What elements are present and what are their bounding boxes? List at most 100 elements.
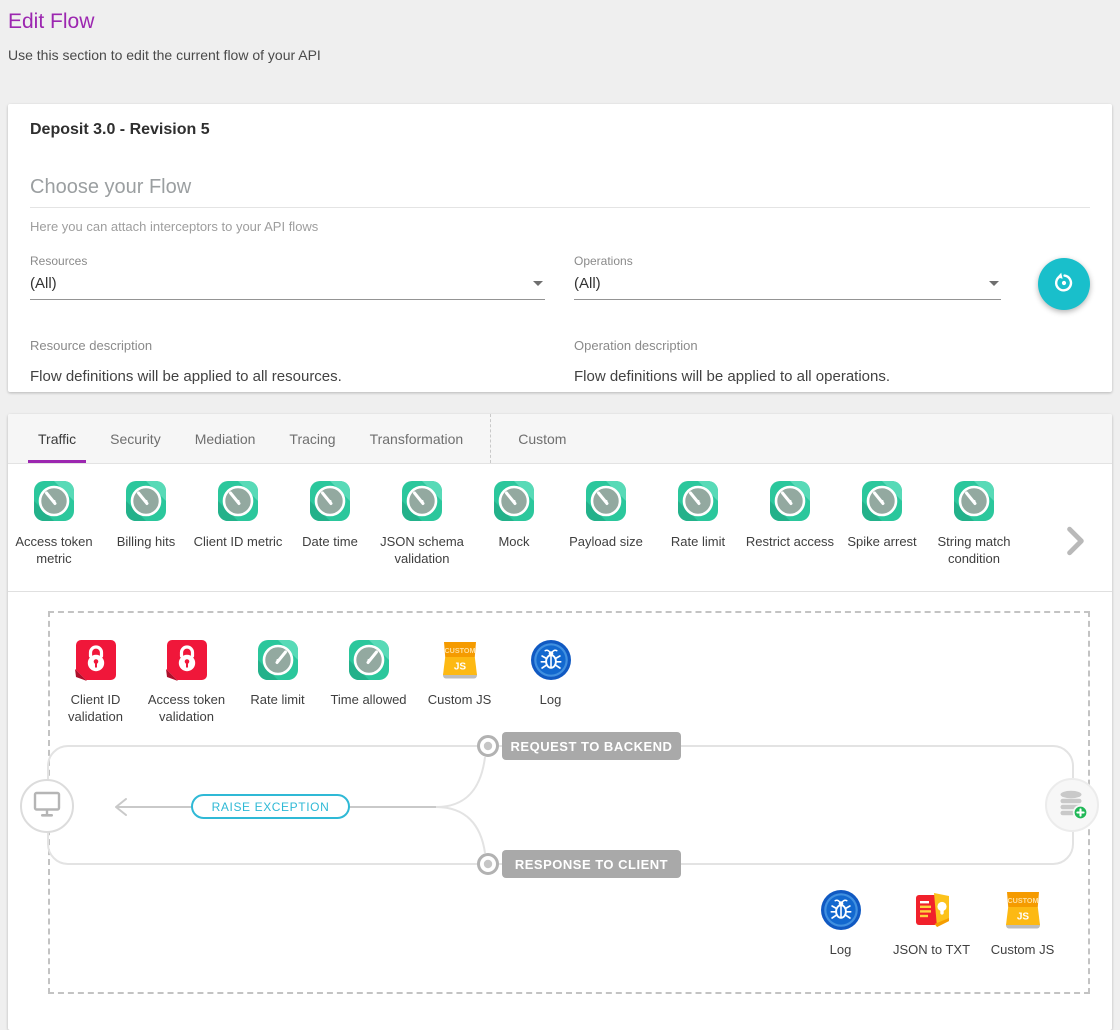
gauge-icon <box>309 480 351 522</box>
palette-interceptor-billing-hits[interactable]: Billing hits <box>100 480 192 591</box>
choose-flow-hint: Here you can attach interceptors to your… <box>30 219 1090 234</box>
gauge-icon <box>33 480 75 522</box>
operations-select[interactable]: (All) <box>574 272 1001 300</box>
tab-tracing[interactable]: Tracing <box>272 414 352 463</box>
descriptions-row: Resource description Flow definitions wi… <box>30 338 1090 385</box>
refresh-flow-button[interactable] <box>1038 258 1090 310</box>
interceptor-label: Custom JS <box>428 692 492 709</box>
interceptor-label: Log <box>540 692 562 709</box>
backend-endpoint[interactable] <box>1045 778 1099 832</box>
operation-description-value: Flow definitions will be applied to all … <box>574 368 1001 385</box>
bug-icon <box>820 889 862 931</box>
gauge-icon <box>217 480 259 522</box>
interceptor-label: Client ID metric <box>194 534 283 551</box>
interceptor-category-tabs: TrafficSecurityMediationTracingTransform… <box>8 414 1112 464</box>
flow-config-card: Deposit 3.0 - Revision 5 Choose your Flo… <box>8 104 1112 392</box>
response-interceptor-json-to-txt[interactable]: JSON to TXT <box>886 889 977 959</box>
tab-transformation[interactable]: Transformation <box>353 414 481 463</box>
interceptor-label: Log <box>830 942 852 959</box>
interceptor-label: Access token validation <box>141 692 232 726</box>
gauge-icon <box>125 480 167 522</box>
palette-interceptor-mock[interactable]: Mock <box>468 480 560 591</box>
palette-interceptor-payload-size[interactable]: Payload size <box>560 480 652 591</box>
gauge-icon <box>861 480 903 522</box>
palette-interceptor-rate-limit[interactable]: Rate limit <box>652 480 744 591</box>
operations-label: Operations <box>574 254 1001 268</box>
palette-scroll-right-button[interactable] <box>1066 526 1086 561</box>
svg-text:CUSTOM: CUSTOM <box>1007 896 1038 905</box>
database-add-icon <box>1055 786 1089 825</box>
monitor-icon <box>32 789 62 824</box>
choose-flow-heading: Choose your Flow <box>30 176 1090 208</box>
tab-group-divider <box>490 414 491 463</box>
flow-canvas: Client ID validation Access token valida… <box>8 592 1112 1030</box>
response-interceptor-row: Log JSON to TXT CUSTOM JS Custom JS <box>795 889 1068 959</box>
api-revision-title: Deposit 3.0 - Revision 5 <box>30 121 1090 139</box>
interceptor-label: Date time <box>302 534 358 551</box>
svg-text:JS: JS <box>453 662 466 673</box>
svg-text:CUSTOM: CUSTOM <box>444 646 475 655</box>
tab-custom[interactable]: Custom <box>501 414 583 463</box>
tab-traffic[interactable]: Traffic <box>21 414 93 463</box>
request-interceptor-row: Client ID validation Access token valida… <box>50 639 596 726</box>
interceptor-label: Client ID validation <box>50 692 141 726</box>
gauge-icon <box>348 639 390 681</box>
request-interceptor-rate-limit[interactable]: Rate limit <box>232 639 323 726</box>
chevron-down-icon <box>533 281 543 286</box>
resource-description-value: Flow definitions will be applied to all … <box>30 368 545 385</box>
palette-interceptor-json-schema-validation[interactable]: JSON schema validation <box>376 480 468 591</box>
chevron-down-icon <box>989 281 999 286</box>
interceptor-label: Rate limit <box>671 534 725 551</box>
interceptor-label: Rate limit <box>250 692 304 709</box>
tab-security[interactable]: Security <box>93 414 178 463</box>
request-interceptor-time-allowed[interactable]: Time allowed <box>323 639 414 726</box>
interceptor-label: Billing hits <box>117 534 176 551</box>
interceptor-label: Restrict access <box>746 534 834 551</box>
gauge-icon <box>401 480 443 522</box>
gauge-icon <box>953 480 995 522</box>
page-header: Edit Flow Use this section to edit the c… <box>8 8 1112 63</box>
request-interceptor-client-id-validation[interactable]: Client ID validation <box>50 639 141 726</box>
response-interceptor-log[interactable]: Log <box>795 889 886 959</box>
response-interceptor-custom-js[interactable]: CUSTOM JS Custom JS <box>977 889 1068 959</box>
interceptor-label: JSON schema validation <box>376 534 468 568</box>
palette-interceptor-date-time[interactable]: Date time <box>284 480 376 591</box>
interceptor-label: JSON to TXT <box>893 942 970 959</box>
client-endpoint <box>20 779 74 833</box>
raise-exception-badge[interactable]: RAISE EXCEPTION <box>191 794 350 819</box>
interceptor-label: Access token metric <box>8 534 100 568</box>
interceptor-label: Custom JS <box>991 942 1055 959</box>
flow-selects-row: Resources (All) Operations (All) <box>30 254 1090 310</box>
bug-icon <box>530 639 572 681</box>
refresh-icon <box>1051 270 1077 299</box>
palette-interceptor-string-match-condition[interactable]: String match condition <box>928 480 1020 591</box>
lock-icon <box>166 639 208 681</box>
operation-description-col: Operation description Flow definitions w… <box>574 338 1001 385</box>
response-to-client-badge: RESPONSE TO CLIENT <box>502 850 681 878</box>
flow-editor-card: TrafficSecurityMediationTracingTransform… <box>8 414 1112 1030</box>
palette-interceptor-restrict-access[interactable]: Restrict access <box>744 480 836 591</box>
interceptor-palette: Access token metric Billing hits Client … <box>8 464 1112 592</box>
interceptor-label: Mock <box>498 534 529 551</box>
request-interceptor-access-token-validation[interactable]: Access token validation <box>141 639 232 726</box>
custom-js-icon: CUSTOM JS <box>439 639 481 681</box>
json-document-icon <box>911 889 953 931</box>
palette-interceptor-access-token-metric[interactable]: Access token metric <box>8 480 100 591</box>
gauge-icon <box>257 639 299 681</box>
lock-icon <box>75 639 117 681</box>
request-interceptor-log[interactable]: Log <box>505 639 596 726</box>
resources-value: (All) <box>30 275 527 292</box>
interceptor-label: Payload size <box>569 534 643 551</box>
resources-label: Resources <box>30 254 545 268</box>
resource-description-label: Resource description <box>30 338 545 353</box>
operations-select-col: Operations (All) <box>574 254 1001 300</box>
palette-interceptor-client-id-metric[interactable]: Client ID metric <box>192 480 284 591</box>
gauge-icon <box>585 480 627 522</box>
request-to-backend-badge: REQUEST TO BACKEND <box>502 732 681 760</box>
palette-interceptor-spike-arrest[interactable]: Spike arrest <box>836 480 928 591</box>
operations-value: (All) <box>574 275 983 292</box>
request-interceptor-custom-js[interactable]: CUSTOM JS Custom JS <box>414 639 505 726</box>
tab-mediation[interactable]: Mediation <box>178 414 273 463</box>
custom-js-icon: CUSTOM JS <box>1002 889 1044 931</box>
resources-select[interactable]: (All) <box>30 272 545 300</box>
